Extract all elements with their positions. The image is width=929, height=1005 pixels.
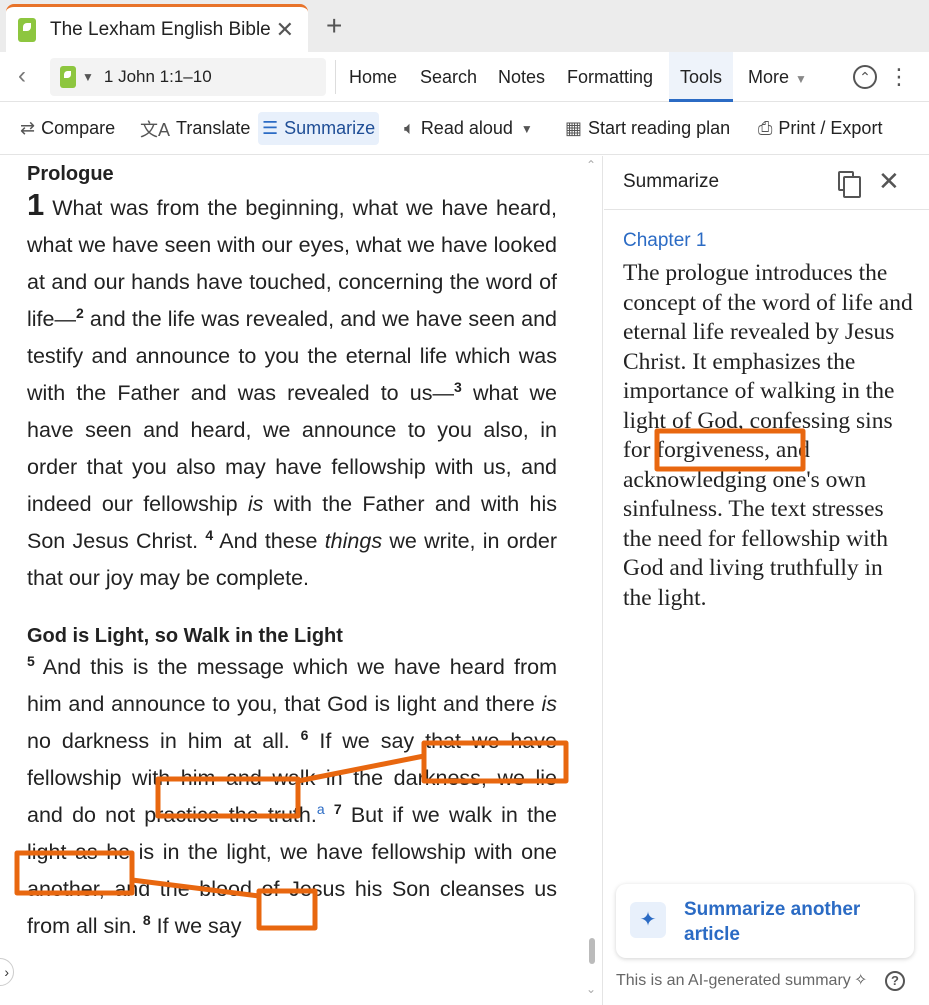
translate-label: Translate	[176, 118, 251, 138]
summarize-list-icon: ☰	[262, 118, 279, 138]
nav-search[interactable]: Search	[420, 52, 477, 102]
tools-toolbar: ⇄ Compare 文A Translate ☰ Summarize 🔈︎ Re…	[0, 103, 929, 155]
printer-icon: ⎙	[758, 118, 773, 138]
close-panel-icon[interactable]: ✕	[878, 166, 900, 197]
footnote-marker-a[interactable]: a	[317, 801, 325, 817]
scroll-down-icon[interactable]: ⌄	[586, 982, 596, 996]
verse-8-text: If we say	[150, 914, 242, 938]
nav-formatting[interactable]: Formatting	[567, 52, 653, 102]
nav-tools[interactable]: Tools	[669, 52, 734, 102]
bible-logo-icon	[60, 66, 76, 88]
compare-label: Compare	[41, 118, 116, 138]
phrase-darkness: darkness	[393, 766, 481, 790]
verse-5-text-b: and there	[436, 692, 542, 716]
expand-left-panel-icon[interactable]: ›	[0, 958, 14, 986]
print-label: Print / Export	[778, 118, 883, 138]
summary-text: The prologue introduces the concept of t…	[623, 259, 913, 613]
phrase-no-darkness: no darkness	[27, 729, 150, 753]
compare-button[interactable]: ⇄ Compare	[16, 112, 119, 145]
help-icon[interactable]: ?	[885, 971, 905, 991]
passage-2: 5 And this is the message which we have …	[27, 652, 557, 938]
chapter-number: 1	[27, 187, 45, 222]
section-heading-god-is-light: God is Light, so Walk in the Light	[27, 625, 343, 647]
ai-sparkle-icon: ✧	[854, 972, 868, 989]
nav-more[interactable]: More ▼	[748, 52, 807, 102]
summary-chapter-label: Chapter 1	[623, 230, 707, 251]
start-reading-plan-button[interactable]: ▦ Start reading plan	[561, 112, 734, 145]
bible-text: Prologue 1 What was from the beginning, …	[27, 156, 557, 945]
verse-7-text-b: as he is in the light, we have fellowshi…	[27, 840, 557, 938]
phrase-light: light	[27, 840, 67, 864]
reading-plan-label: Start reading plan	[588, 118, 731, 138]
tab-title: The Lexham English Bible	[50, 18, 271, 40]
summarize-label: Summarize	[284, 118, 376, 138]
verse-3-italic-is: is	[247, 492, 264, 516]
sparkle-icon: ✦	[630, 902, 666, 938]
read-aloud-label: Read aloud	[420, 118, 513, 138]
reference-box[interactable]: ▼ 1 John 1:1–10	[50, 58, 326, 96]
panel-header: Summarize ✕	[604, 156, 929, 210]
collapse-up-icon[interactable]: ⌃	[853, 65, 877, 89]
summary-highlight-light-of-god: light of God,	[623, 407, 744, 434]
read-aloud-button[interactable]: 🔈︎ Read aloud ▼	[400, 112, 537, 145]
summarize-another-label: Summarize another article	[684, 899, 861, 945]
reference-text[interactable]: 1 John 1:1–10	[104, 67, 212, 87]
chevron-down-icon: ▼	[795, 72, 807, 86]
verse-4-text-a: And these	[213, 529, 325, 553]
print-export-button[interactable]: ⎙ Print / Export	[754, 112, 886, 145]
compare-arrows-icon: ⇄	[20, 118, 36, 138]
scroll-up-icon[interactable]: ⌃	[586, 158, 596, 172]
new-tab-icon[interactable]: +	[326, 10, 342, 42]
summarize-button[interactable]: ☰ Summarize	[258, 112, 380, 145]
back-icon[interactable]: ‹	[18, 62, 26, 90]
verse-5-italic-is: is	[541, 692, 557, 716]
bible-logo-icon	[18, 17, 36, 42]
nav-more-label: More	[748, 67, 790, 87]
scrollbar[interactable]: ⌃ ⌄	[586, 156, 598, 1005]
tab-lexham-english-bible[interactable]: The Lexham English Bible ✕	[6, 4, 308, 52]
summary-text-a: The prologue introduces the concept of t…	[623, 260, 913, 404]
calendar-check-icon: ▦	[565, 118, 583, 138]
nav-bar: ‹ ▼ 1 John 1:1–10 Home Search Notes Form…	[0, 52, 929, 102]
verse-number-3[interactable]: 3	[454, 379, 462, 395]
kebab-menu-icon[interactable]: ⋮	[888, 60, 910, 94]
close-tab-icon[interactable]: ✕	[276, 17, 294, 43]
passage-1: 1 What was from the beginning, what we h…	[27, 186, 557, 597]
verse-number-5[interactable]: 5	[27, 653, 35, 669]
speaker-icon: 🔈︎	[404, 118, 415, 138]
chevron-down-icon: ▼	[520, 121, 533, 136]
verse-7-text-a: But if we walk in the	[341, 803, 557, 827]
verse-number-8[interactable]: 8	[143, 912, 151, 928]
verse-4-italic-things: things	[324, 529, 383, 553]
verse-number-7[interactable]: 7	[334, 801, 342, 817]
tab-strip: The Lexham English Bible ✕ +	[0, 0, 929, 52]
panel-title: Summarize	[623, 171, 720, 192]
verse-5-text-c: in him at all.	[149, 729, 301, 753]
scroll-thumb[interactable]	[589, 938, 595, 964]
summary-text-b: confessing sins for forgiveness, and ack…	[623, 407, 893, 611]
phrase-god-is-light: God is light	[327, 692, 437, 716]
summarize-another-article-button[interactable]: ✦ Summarize another article	[616, 884, 914, 958]
verse-number-2[interactable]: 2	[76, 305, 84, 321]
bible-reader-pane[interactable]: Prologue 1 What was from the beginning, …	[0, 156, 603, 1005]
ai-disclaimer: This is an AI-generated summary	[616, 972, 851, 989]
section-heading-prologue: Prologue	[27, 163, 114, 185]
nav-notes[interactable]: Notes	[498, 52, 545, 102]
translate-icon: 文A	[140, 119, 171, 140]
summarize-panel: Summarize ✕ Chapter 1 The prologue intro…	[604, 156, 929, 1005]
chevron-down-icon[interactable]: ▼	[82, 70, 94, 84]
nav-home[interactable]: Home	[349, 52, 397, 102]
translate-button[interactable]: 文A Translate	[136, 112, 254, 145]
divider	[335, 60, 336, 94]
copy-icon[interactable]	[838, 171, 861, 198]
